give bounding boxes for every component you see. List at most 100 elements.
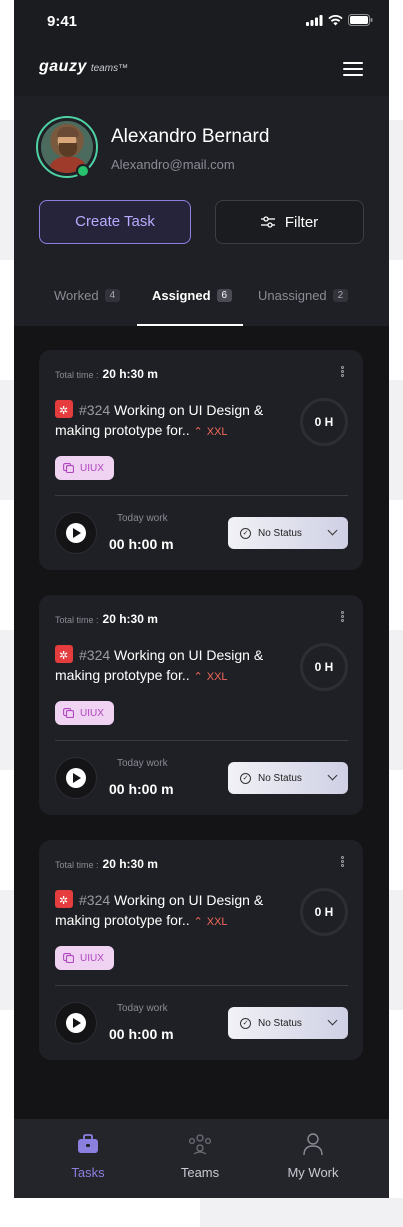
tag-badge[interactable]: UIUX bbox=[55, 946, 114, 970]
tab-label: Unassigned bbox=[258, 288, 327, 303]
tag-label: UIUX bbox=[80, 952, 104, 964]
tab-count-badge: 6 bbox=[216, 289, 233, 302]
nav-teams[interactable]: Teams bbox=[150, 1129, 250, 1180]
logo-sub: teams™ bbox=[90, 63, 129, 74]
tab-unassigned[interactable]: Unassigned 2 bbox=[258, 288, 349, 303]
background-stripe bbox=[389, 890, 403, 1010]
priority-size: XXL bbox=[206, 671, 228, 683]
user-icon bbox=[263, 1129, 363, 1159]
battery-icon bbox=[348, 14, 373, 26]
total-time: Total time : 20 h:30 m bbox=[55, 857, 158, 871]
task-card[interactable]: Total time : 20 h:30 m #324 Working on U… bbox=[39, 840, 363, 1060]
total-time-value: 20 h:30 m bbox=[102, 612, 158, 626]
check-circle-icon: ✓ bbox=[240, 527, 251, 539]
hours-progress-ring: 0 H bbox=[300, 643, 348, 691]
task-card[interactable]: Total time : 20 h:30 m #324 Working on U… bbox=[39, 595, 363, 815]
chevron-down-icon bbox=[327, 770, 338, 781]
background-stripe bbox=[200, 1198, 403, 1227]
tab-assigned[interactable]: Assigned 6 bbox=[152, 288, 233, 303]
more-options-icon[interactable] bbox=[341, 611, 345, 627]
create-task-button[interactable]: Create Task bbox=[39, 200, 191, 244]
total-time-label: Total time : bbox=[55, 615, 99, 625]
bottom-navigation: Tasks Teams My Work bbox=[14, 1119, 389, 1198]
task-number: #324 bbox=[79, 402, 111, 418]
status-dropdown[interactable]: ✓ No Status bbox=[228, 1007, 348, 1039]
nav-tasks[interactable]: Tasks bbox=[38, 1129, 138, 1180]
tab-count-badge: 2 bbox=[332, 289, 349, 302]
app-header: gauzy teams™ bbox=[14, 44, 389, 96]
today-work-value: 00 h:00 m bbox=[109, 781, 174, 797]
tab-label: Worked bbox=[54, 288, 99, 303]
bug-icon bbox=[55, 400, 73, 421]
background-stripe bbox=[0, 630, 14, 770]
total-time-value: 20 h:30 m bbox=[102, 857, 158, 871]
total-time-label: Total time : bbox=[55, 860, 99, 870]
priority-up-icon: ⌃ bbox=[193, 671, 203, 683]
signal-icon bbox=[306, 14, 323, 26]
background-stripe bbox=[389, 380, 403, 500]
gauzy-logo[interactable]: gauzy teams™ bbox=[39, 58, 128, 76]
check-circle-icon: ✓ bbox=[240, 1017, 251, 1029]
play-timer-button[interactable] bbox=[55, 1002, 97, 1044]
total-time-value: 20 h:30 m bbox=[102, 367, 158, 381]
phone-screen: 9:41 gauzy teams™ Alexandro Bernard Alex… bbox=[14, 0, 389, 1198]
background-stripe bbox=[0, 890, 14, 1010]
status-dropdown[interactable]: ✓ No Status bbox=[228, 517, 348, 549]
nav-label: Teams bbox=[180, 1165, 220, 1180]
tag-icon bbox=[63, 463, 74, 473]
briefcase-icon bbox=[38, 1129, 138, 1159]
filter-button[interactable]: Filter bbox=[215, 200, 364, 244]
task-title: #324 Working on UI Design & making proto… bbox=[55, 890, 285, 932]
background-stripe bbox=[389, 630, 403, 770]
tab-label: Assigned bbox=[152, 288, 211, 303]
status-bar: 9:41 bbox=[14, 0, 389, 44]
more-options-icon[interactable] bbox=[341, 856, 345, 872]
hamburger-menu-icon[interactable] bbox=[343, 62, 363, 78]
today-work-value: 00 h:00 m bbox=[109, 536, 174, 552]
chevron-down-icon bbox=[327, 525, 338, 536]
tag-icon bbox=[63, 953, 74, 963]
status-dropdown[interactable]: ✓ No Status bbox=[228, 762, 348, 794]
user-name: Alexandro Bernard bbox=[111, 126, 270, 147]
tab-worked[interactable]: Worked 4 bbox=[54, 288, 121, 303]
play-icon bbox=[66, 1013, 86, 1033]
priority-size: XXL bbox=[206, 916, 228, 928]
wifi-icon bbox=[328, 14, 343, 25]
divider bbox=[55, 495, 348, 496]
play-timer-button[interactable] bbox=[55, 512, 97, 554]
tag-badge[interactable]: UIUX bbox=[55, 456, 114, 480]
status-label: No Status bbox=[258, 527, 302, 539]
play-icon bbox=[66, 523, 86, 543]
status-time: 9:41 bbox=[47, 13, 78, 30]
priority-up-icon: ⌃ bbox=[193, 426, 203, 438]
nav-label: Tasks bbox=[71, 1165, 105, 1180]
filter-label: Filter bbox=[284, 213, 319, 231]
background-stripe bbox=[389, 120, 403, 260]
total-time-label: Total time : bbox=[55, 370, 99, 380]
task-tabs: Worked 4 Assigned 6 Unassigned 2 bbox=[14, 276, 389, 326]
status-label: No Status bbox=[258, 772, 302, 784]
people-icon bbox=[150, 1129, 250, 1159]
profile-section: Alexandro Bernard Alexandro@mail.com Cre… bbox=[14, 96, 389, 326]
today-work-label: Today work bbox=[117, 513, 168, 524]
more-options-icon[interactable] bbox=[341, 366, 345, 382]
today-work-label: Today work bbox=[117, 758, 168, 769]
task-card[interactable]: Total time : 20 h:30 m #324 Working on U… bbox=[39, 350, 363, 570]
nav-my-work[interactable]: My Work bbox=[263, 1129, 363, 1180]
bug-icon bbox=[55, 645, 73, 666]
status-label: No Status bbox=[258, 1017, 302, 1029]
task-list: Total time : 20 h:30 m #324 Working on U… bbox=[14, 326, 389, 1119]
tab-count-badge: 4 bbox=[104, 289, 121, 302]
user-email: Alexandro@mail.com bbox=[111, 157, 235, 172]
hours-progress-ring: 0 H bbox=[300, 398, 348, 446]
task-number: #324 bbox=[79, 647, 111, 663]
logo-main: gauzy bbox=[39, 58, 87, 75]
background-stripe bbox=[0, 120, 14, 260]
task-number: #324 bbox=[79, 892, 111, 908]
tag-badge[interactable]: UIUX bbox=[55, 701, 114, 725]
task-title: #324 Working on UI Design & making proto… bbox=[55, 645, 285, 687]
today-work-value: 00 h:00 m bbox=[109, 1026, 174, 1042]
online-status-dot bbox=[76, 164, 90, 178]
play-timer-button[interactable] bbox=[55, 757, 97, 799]
tag-label: UIUX bbox=[80, 707, 104, 719]
